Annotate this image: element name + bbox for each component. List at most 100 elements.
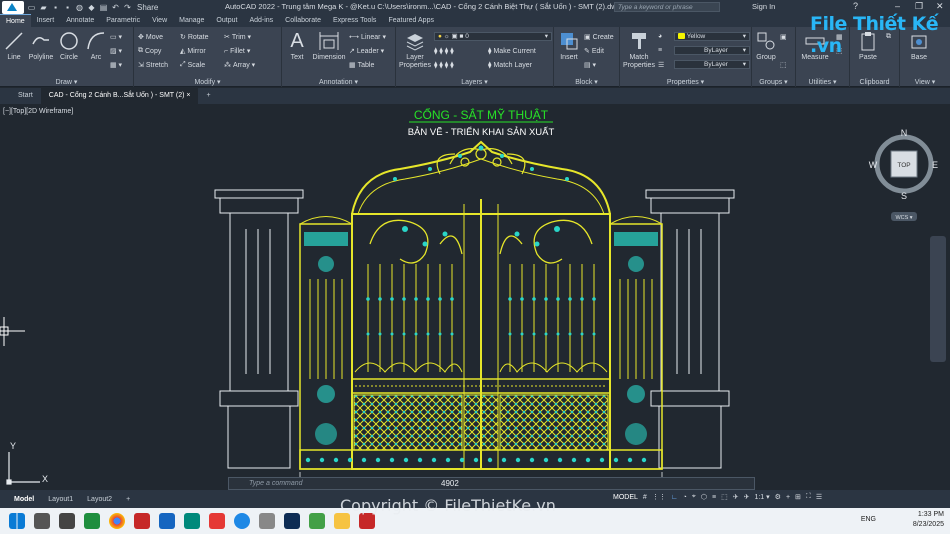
new-file-icon[interactable]: ▭ [27, 3, 36, 12]
layers-panel-label[interactable]: Layers ▾ [396, 78, 553, 86]
ungroup-icon[interactable]: ▣ [780, 33, 787, 41]
tab-manage[interactable]: Manage [173, 14, 210, 27]
compass-east[interactable]: E [932, 160, 938, 170]
layer-tools-row-2[interactable]: ⧫ ⧫ ⧫ ⧫ [434, 61, 454, 69]
save-icon[interactable]: ▪ [51, 3, 60, 12]
viewcube[interactable]: TOP N S E W WCS ▾ [869, 128, 938, 221]
snap-icon[interactable]: ⋮⋮ [652, 493, 666, 501]
tab-output[interactable]: Output [210, 14, 243, 27]
model-tab[interactable]: Model [7, 496, 41, 503]
mirror-button[interactable]: ◭ Mirror [180, 47, 206, 56]
osnap-icon[interactable]: ⌖ [692, 493, 696, 501]
app-icon-6[interactable] [259, 513, 275, 529]
linetype-dropdown[interactable]: ByLayer ▾ [674, 46, 750, 55]
cloud-icon[interactable]: ◆ [87, 3, 96, 12]
drawing-canvas[interactable]: [−][Top][2D Wireframe] CỔNG - SẮT MỸ THU… [0, 104, 950, 490]
tab-view[interactable]: View [146, 14, 173, 27]
excel-icon[interactable] [84, 513, 100, 529]
autocad-logo-icon[interactable] [2, 0, 24, 14]
customization-menu-icon[interactable]: ☰ [816, 493, 822, 501]
autocad-taskbar-icon[interactable] [359, 513, 375, 529]
app-icon-4[interactable] [184, 513, 200, 529]
gradient-icon[interactable]: ▦ ▾ [110, 61, 122, 69]
tab-express-tools[interactable]: Express Tools [327, 14, 382, 27]
make-current-button[interactable]: ⧫ Make Current [488, 47, 536, 56]
selection-cycling-icon[interactable]: ⬚ [721, 493, 728, 501]
fullscreen-icon[interactable]: ⛶ [806, 493, 811, 501]
move-button[interactable]: ✥ Move [138, 33, 163, 42]
language-indicator[interactable]: ENG [861, 515, 876, 525]
compass-south[interactable]: S [901, 191, 907, 201]
clock-date[interactable]: 8/23/2025 [913, 520, 944, 530]
fillet-button[interactable]: ⌐ Fillet ▾ [224, 47, 250, 56]
start-tab[interactable]: Start [10, 88, 41, 104]
view-panel-label[interactable]: View ▾ [900, 78, 950, 86]
match-properties-button[interactable]: Match Properties [622, 30, 656, 70]
app-icon-3[interactable] [159, 513, 175, 529]
close-icon[interactable]: ✕ [936, 1, 944, 12]
navigation-bar[interactable] [930, 236, 946, 362]
table-button[interactable]: ▦ Table [349, 61, 374, 70]
modify-panel-label[interactable]: Modify ▾ [134, 78, 281, 86]
layout2-tab[interactable]: Layout2 [80, 496, 119, 503]
undo-icon[interactable]: ↶ [111, 3, 120, 12]
new-tab-button[interactable]: + [198, 88, 218, 104]
model-space-toggle[interactable]: MODEL [613, 494, 638, 501]
circle-button[interactable]: Circle [58, 30, 80, 61]
polyline-button[interactable]: Polyline [27, 30, 55, 61]
copy-button[interactable]: ⧉ Copy [138, 47, 161, 55]
annotation-visibility-icon[interactable]: ✈ [733, 493, 739, 501]
web-icon[interactable]: ◍ [75, 3, 84, 12]
annotation-panel-label[interactable]: Annotation ▾ [282, 78, 395, 86]
tab-parametric[interactable]: Parametric [100, 14, 146, 27]
workspace-gear-icon[interactable]: ⚙ [775, 493, 781, 501]
plus-icon[interactable]: + [786, 494, 790, 501]
maximize-icon[interactable]: ❐ [915, 1, 923, 12]
tab-collaborate[interactable]: Collaborate [279, 14, 327, 27]
lineweight-dropdown[interactable]: ByLayer ▾ [674, 60, 750, 69]
tab-annotate[interactable]: Annotate [60, 14, 100, 27]
file-explorer-icon[interactable] [34, 513, 50, 529]
block-panel-label[interactable]: Block ▾ [554, 78, 619, 86]
search-input[interactable]: Type a keyword or phrase [614, 2, 720, 12]
lineweight-toggle-icon[interactable]: ≡ [712, 494, 716, 501]
line-button[interactable]: Line [3, 30, 25, 61]
groups-panel-label[interactable]: Groups ▾ [752, 78, 795, 86]
isodraft-icon[interactable]: ⬡ [701, 493, 707, 501]
ortho-icon[interactable]: ∟ [671, 494, 678, 501]
insert-button[interactable]: Insert [557, 30, 581, 61]
array-button[interactable]: ⁂ Array ▾ [224, 61, 255, 69]
edge-icon[interactable] [234, 513, 250, 529]
polar-icon[interactable]: ◔ [683, 494, 687, 501]
share-button[interactable]: Share [137, 3, 158, 12]
arc-button[interactable]: Arc [85, 30, 107, 61]
trim-button[interactable]: ✂ Trim ▾ [224, 33, 251, 41]
command-line-input[interactable]: Type a command [228, 477, 755, 490]
folder-icon[interactable] [334, 513, 350, 529]
stretch-button[interactable]: ⇲ Stretch [138, 61, 168, 70]
group-button[interactable]: Group [754, 30, 778, 61]
tab-home[interactable]: Home [0, 14, 31, 27]
units-icon[interactable]: ⊞ [795, 493, 801, 501]
utilities-panel-label[interactable]: Utilities ▾ [796, 78, 849, 86]
drawing-tab[interactable]: CAD - Cổng 2 Cánh B...Sắt Uốn ) - SMT (2… [40, 88, 199, 104]
help-icon[interactable]: ? [853, 1, 858, 11]
annotation-scale-dropdown[interactable]: 1:1 ▾ [754, 493, 769, 501]
add-layout-button[interactable]: + [119, 496, 137, 503]
layer-properties-button[interactable]: Layer Properties [398, 30, 432, 70]
tab-close-icon[interactable]: × [186, 92, 190, 99]
leader-button[interactable]: ↗ Leader ▾ [349, 47, 384, 55]
layout1-tab[interactable]: Layout1 [41, 496, 80, 503]
layer-dropdown[interactable]: ● ☼ ▣ ■ 0 ▾ [434, 32, 552, 41]
linear-button[interactable]: ⟷ Linear ▾ [349, 33, 386, 41]
create-block-button[interactable]: ▣ Create [584, 33, 614, 42]
clock-time[interactable]: 1:33 PM [913, 510, 944, 520]
block-attr-button[interactable]: ▤ ▾ [584, 61, 596, 69]
layer-tools-row-1[interactable]: ⧫ ⧫ ⧫ ⧫ [434, 47, 454, 55]
compass-north[interactable]: N [901, 128, 908, 138]
sign-in-button[interactable]: Sign In [752, 2, 775, 11]
app-icon-1[interactable] [59, 513, 75, 529]
minimize-icon[interactable]: – [895, 1, 900, 11]
open-folder-icon[interactable]: ▰ [39, 3, 48, 12]
draw-panel-label[interactable]: Draw ▾ [0, 78, 133, 86]
